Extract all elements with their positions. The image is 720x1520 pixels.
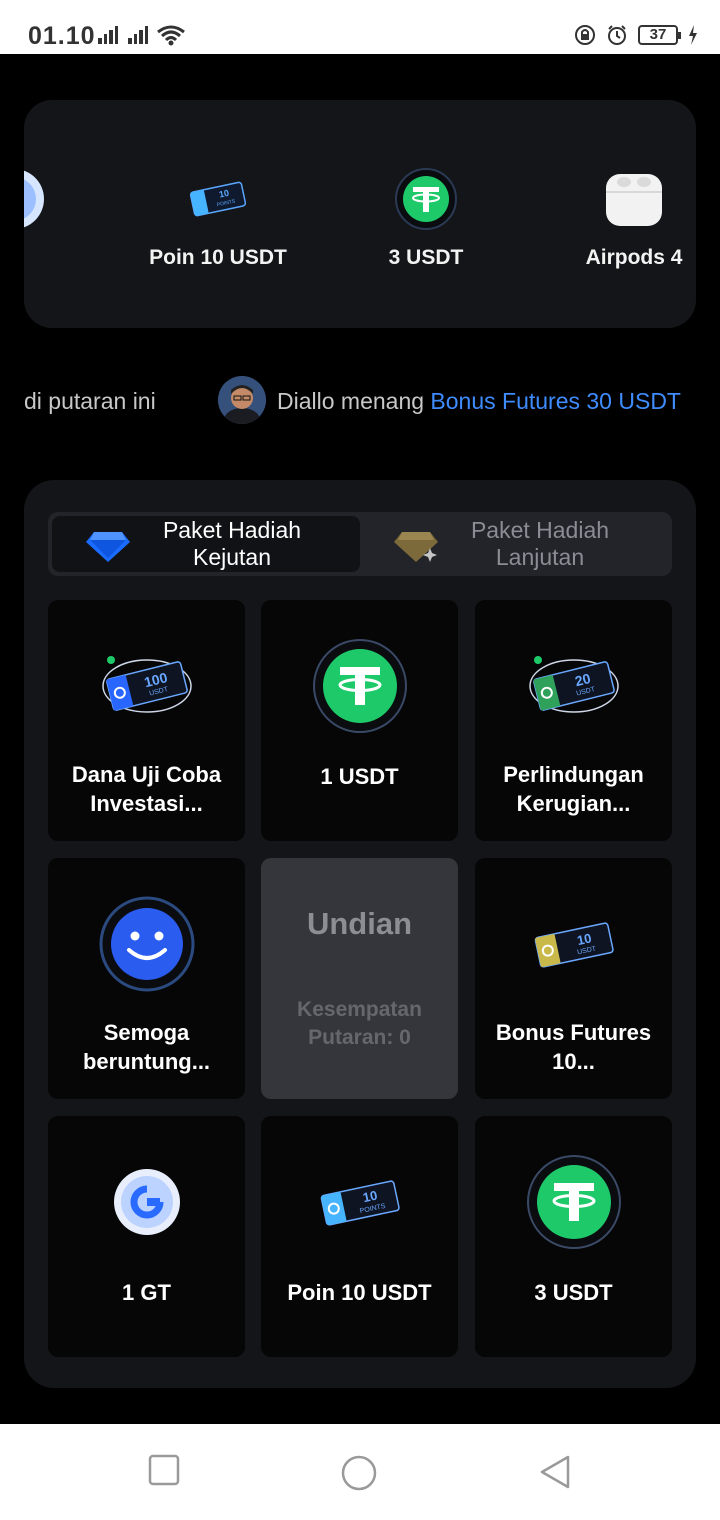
winner-prize: Bonus Futures 30 USDT	[430, 388, 681, 414]
prize-label: Poin 10 USDT	[287, 1280, 432, 1305]
prize-label: 1 USDT	[320, 764, 399, 789]
prize-cell[interactable]: Semoga beruntung...	[48, 858, 245, 1099]
carousel-item-label: Poin 10 USDT	[149, 246, 287, 269]
carousel-item-label: 3 USDT	[388, 246, 464, 269]
tether-coin-icon	[395, 168, 457, 230]
carousel-item-label: Airpods 4	[585, 246, 683, 269]
ticker-winner-text: Diallo menang Bonus Futures 30 USDT	[277, 388, 681, 415]
charging-icon	[689, 25, 697, 45]
alarm-icon	[608, 25, 626, 45]
winners-ticker: di putaran ini Diallo menang Bonus Futur…	[24, 376, 704, 426]
blue-diamond-icon	[86, 532, 130, 562]
lock-rotation-icon	[575, 25, 595, 45]
gold-diamond-icon	[394, 532, 438, 562]
ticker-text: di putaran ini	[24, 388, 156, 414]
tether-coin-icon	[312, 639, 407, 733]
tab-label: Paket Hadiah Lanjutan	[470, 517, 610, 570]
svg-text:10: 10	[575, 930, 592, 948]
back-icon[interactable]	[538, 1454, 572, 1490]
points-ticket-icon: 10 POINTS	[320, 1180, 400, 1226]
prize-label: 1 GT	[122, 1280, 171, 1305]
prize-cell[interactable]: 10 POINTS Poin 10 USDT	[261, 1116, 458, 1357]
gt-coin-icon	[113, 1169, 180, 1235]
winner-name: Diallo menang	[277, 388, 431, 414]
prize-label: Semoga beruntung...	[82, 1020, 211, 1074]
prize-panel: Paket Hadiah Kejutan Paket Hadiah Lanjut…	[24, 480, 696, 1388]
carousel-item[interactable]: T	[24, 160, 114, 270]
tether-coin-icon	[526, 1155, 621, 1249]
carousel-item[interactable]: Airpods 4	[534, 160, 696, 270]
gt-coin-icon	[24, 170, 44, 228]
signal-icon	[128, 26, 148, 44]
carousel-item[interactable]: 10 POINTS Poin 10 USDT	[118, 160, 318, 270]
prize-label: Bonus Futures 10...	[495, 1020, 652, 1074]
spin-chances: Kesempatan Putaran: 0	[297, 998, 422, 1049]
prize-cell[interactable]: 3 USDT	[475, 1116, 672, 1357]
status-bar: 01.10 37	[0, 0, 720, 54]
wifi-icon	[157, 25, 185, 46]
draw-title: Undian	[306, 906, 413, 941]
status-time: 01.10	[28, 22, 96, 50]
prize-carousel[interactable]: T 10 POINTS Poin 10 USDT 3	[24, 100, 696, 328]
prize-cell[interactable]: 20 USDT Perlindungan Kerugian...	[475, 600, 672, 841]
battery-indicator: 37	[638, 25, 681, 45]
futures-bonus-10-usdt-icon: 10 USDT	[534, 922, 614, 968]
home-icon[interactable]	[340, 1454, 378, 1492]
svg-text:10: 10	[361, 1187, 378, 1205]
prize-pack-tabs: Paket Hadiah Kejutan Paket Hadiah Lanjut…	[48, 512, 672, 576]
smiley-icon	[99, 896, 194, 992]
navigation-bar	[0, 1424, 720, 1520]
tab-surprise-pack[interactable]: Paket Hadiah Kejutan	[52, 516, 360, 572]
prize-cell[interactable]: 10 USDT Bonus Futures 10...	[475, 858, 672, 1099]
prize-cell[interactable]: 100 USDT Dana Uji Coba Investasi...	[48, 600, 245, 841]
tab-label: Paket Hadiah Kejutan	[162, 517, 302, 570]
prize-label: 3 USDT	[534, 1280, 613, 1305]
prize-label: Perlindungan Kerugian...	[503, 762, 644, 816]
prize-cell[interactable]: 1 USDT	[261, 600, 458, 841]
carousel-item[interactable]: 3 USDT	[326, 160, 526, 270]
points-ticket-icon: 10 POINTS	[189, 181, 247, 217]
loss-protection-20-usdt-icon: 20 USDT	[528, 656, 619, 713]
airpods-icon	[606, 174, 662, 226]
signal-icon	[98, 26, 118, 44]
prize-cell[interactable]: 1 GT	[48, 1116, 245, 1357]
recent-apps-icon[interactable]	[148, 1454, 180, 1486]
carousel-item-label: T	[24, 246, 114, 270]
tab-advanced-pack[interactable]: Paket Hadiah Lanjutan	[360, 516, 668, 572]
draw-button[interactable]: Undian Kesempatan Putaran: 0	[261, 858, 458, 1099]
trial-fund-100-usdt-icon: 100 USDT	[101, 656, 192, 713]
svg-text:10: 10	[218, 188, 230, 200]
prize-label: Dana Uji Coba Investasi...	[71, 762, 222, 816]
avatar	[218, 376, 266, 424]
